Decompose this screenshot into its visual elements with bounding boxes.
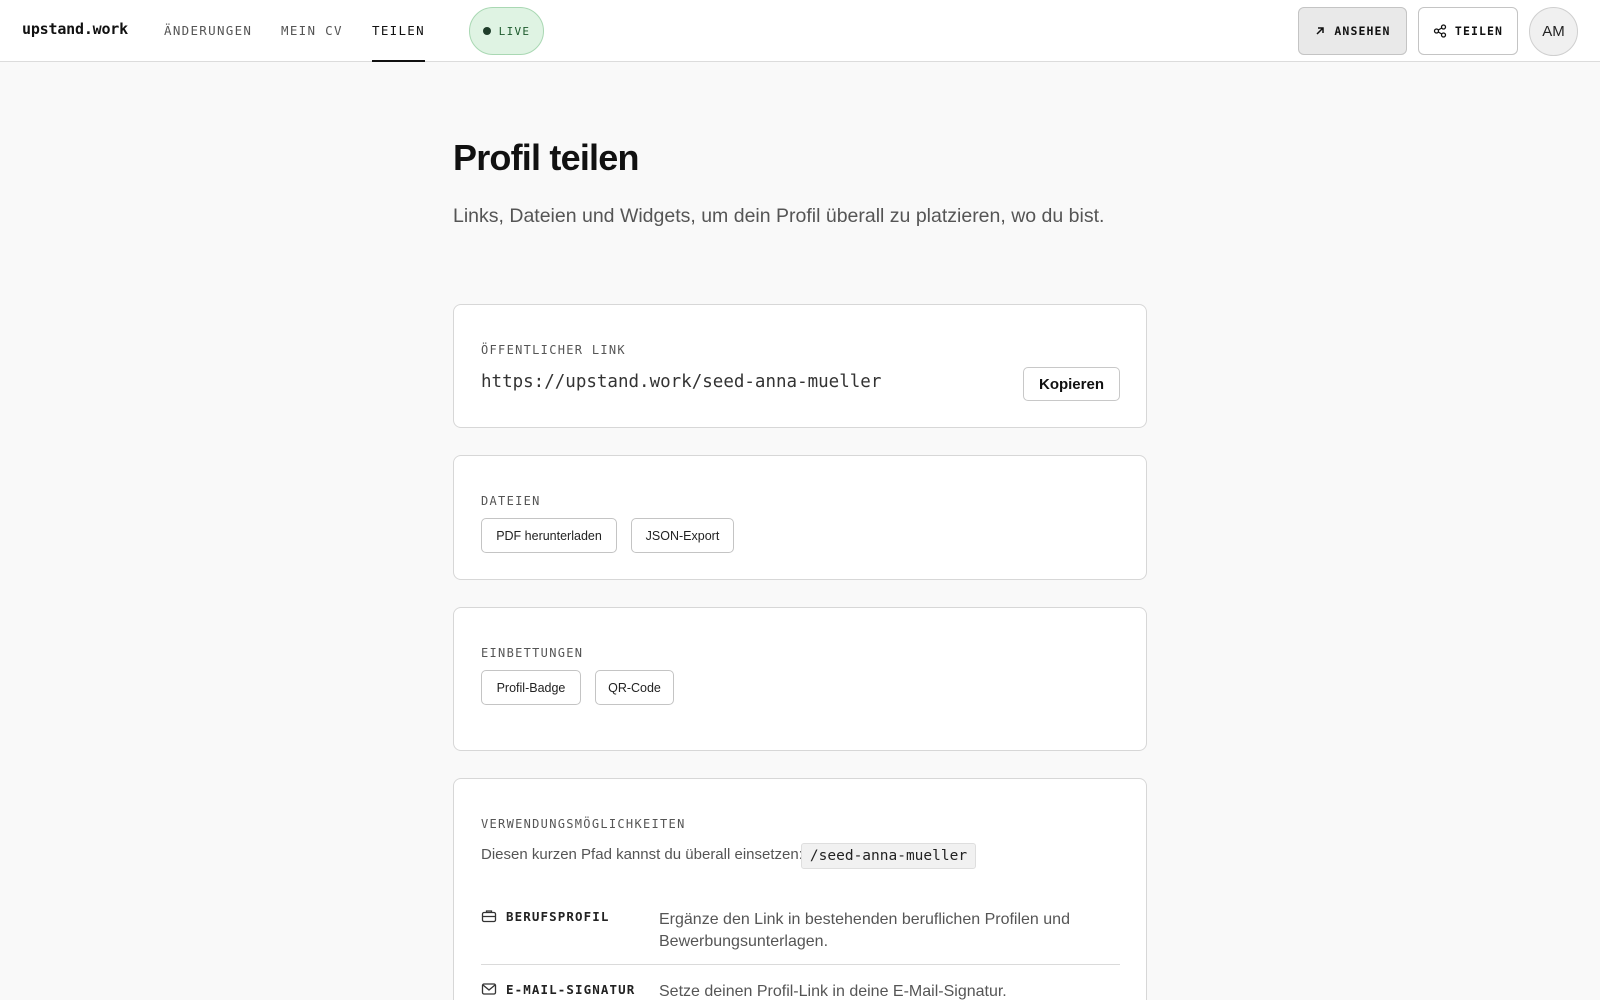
json-export-button[interactable]: JSON-Export: [631, 518, 734, 553]
nav-item-changes[interactable]: ÄNDERUNGEN: [164, 23, 252, 62]
short-path-code[interactable]: /seed-anna-mueller: [801, 843, 976, 869]
profile-badge-button[interactable]: Profil-Badge: [481, 670, 581, 705]
public-link-label: ÖFFENTLICHER LINK: [481, 343, 626, 357]
mail-icon: [481, 981, 497, 997]
files-card: DATEIEN PDF herunterladen JSON-Export: [453, 455, 1147, 580]
briefcase-icon: [481, 908, 497, 924]
qr-code-button[interactable]: QR-Code: [595, 670, 674, 705]
share-icon: [1433, 24, 1447, 38]
usage-row-description: Ergänze den Link in bestehenden beruflic…: [659, 911, 1070, 950]
usage-row-description: Setze deinen Profil-Link in deine E-Mail…: [659, 983, 1007, 1000]
pdf-download-button[interactable]: PDF herunterladen: [481, 518, 617, 553]
files-label: DATEIEN: [481, 494, 541, 508]
embeds-label: EINBETTUNGEN: [481, 646, 584, 660]
public-link-card: ÖFFENTLICHER LINK https://upstand.work/s…: [453, 304, 1147, 428]
public-link-url[interactable]: https://upstand.work/seed-anna-mueller: [481, 372, 881, 392]
usage-row-title: E-MAIL-SIGNATUR: [506, 982, 636, 997]
live-status-badge: LIVE: [469, 7, 544, 55]
page-subtitle: Links, Dateien und Widgets, um dein Prof…: [453, 205, 1105, 227]
nav-item-share[interactable]: TEILEN: [372, 23, 425, 62]
usage-label: VERWENDUNGSMÖGLICHKEITEN: [481, 817, 686, 831]
usage-card: VERWENDUNGSMÖGLICHKEITEN Diesen kurzen P…: [453, 778, 1147, 1000]
usage-intro-text: Diesen kurzen Pfad kannst du überall ein…: [481, 846, 803, 863]
live-dot-icon: [482, 27, 491, 35]
nav-item-my-cv[interactable]: MEIN CV: [281, 23, 343, 62]
live-status-label: LIVE: [498, 24, 531, 38]
embeds-card: EINBETTUNGEN Profil-Badge QR-Code: [453, 607, 1147, 751]
share-button[interactable]: TEILEN: [1418, 7, 1518, 55]
usage-row-title: BERUFSPROFIL: [506, 909, 610, 924]
user-avatar[interactable]: AM: [1529, 7, 1578, 56]
usage-divider: [481, 964, 1120, 965]
page-title: Profil teilen: [453, 137, 639, 178]
share-button-label: TEILEN: [1454, 24, 1504, 38]
copy-link-button[interactable]: Kopieren: [1023, 367, 1120, 401]
top-bar: upstand.work ÄNDERUNGEN MEIN CV TEILEN L…: [0, 0, 1600, 62]
view-button[interactable]: ANSEHEN: [1298, 7, 1407, 55]
arrow-up-right-icon: [1314, 25, 1326, 37]
app-logo[interactable]: upstand.work: [22, 20, 128, 38]
view-button-label: ANSEHEN: [1334, 24, 1391, 38]
